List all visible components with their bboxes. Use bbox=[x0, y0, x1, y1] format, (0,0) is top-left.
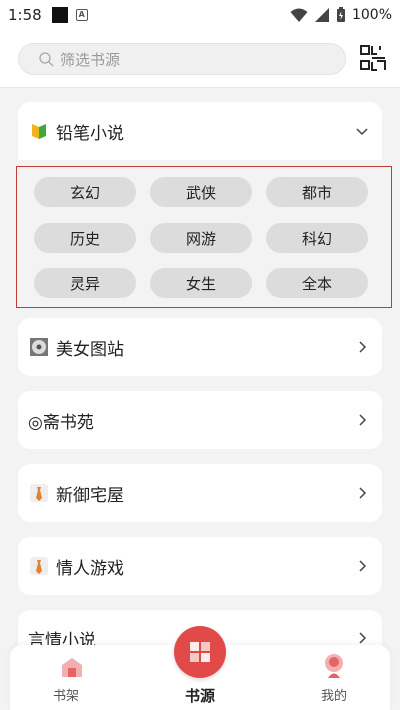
genre-chip[interactable]: 灵异 bbox=[34, 268, 136, 298]
search-icon bbox=[39, 51, 54, 66]
source-name: 铅笔小说 bbox=[56, 123, 124, 144]
notification-a-icon: A bbox=[75, 9, 88, 21]
source-item-pencil-novel[interactable]: 铅笔小说 bbox=[18, 102, 382, 160]
genre-chip[interactable]: 网游 bbox=[150, 223, 252, 253]
genre-chip[interactable]: 历史 bbox=[34, 223, 136, 253]
genre-chip[interactable]: 科幻 bbox=[266, 223, 368, 253]
genre-chip[interactable]: 全本 bbox=[266, 268, 368, 298]
search-input[interactable]: 筛选书源 bbox=[18, 43, 346, 75]
source-name: 新御宅屋 bbox=[56, 485, 124, 506]
genre-chip[interactable]: 武侠 bbox=[150, 177, 252, 207]
status-time: 1:58 bbox=[8, 6, 42, 24]
source-list-rest: 美女图站 ◎斋书苑 新御宅屋 情人游戏 bbox=[18, 318, 382, 610]
scan-code-button[interactable] bbox=[360, 45, 386, 71]
nav-bookshelf-label: 书架 bbox=[52, 689, 79, 704]
bookshelf-icon bbox=[62, 658, 82, 677]
genre-chip[interactable]: 女生 bbox=[150, 268, 252, 298]
battery-percent: 100% bbox=[351, 7, 392, 23]
profile-icon bbox=[325, 654, 343, 678]
chevron-down-icon[interactable] bbox=[356, 125, 368, 137]
status-bar: 1:58 A 100% bbox=[0, 0, 400, 30]
genre-chip[interactable]: 玄幻 bbox=[34, 177, 136, 207]
chevron-right-icon[interactable] bbox=[356, 560, 368, 572]
signal-icon bbox=[314, 8, 329, 22]
nav-mine[interactable]: 我的 bbox=[284, 645, 384, 710]
chevron-right-icon[interactable] bbox=[356, 632, 368, 644]
genre-panel: 玄幻 武侠 都市 历史 网游 科幻 灵异 女生 全本 bbox=[16, 166, 392, 308]
chevron-right-icon[interactable] bbox=[356, 341, 368, 353]
sources-fab-button[interactable] bbox=[174, 626, 226, 678]
grid-icon bbox=[190, 642, 210, 662]
source-name: ◎斋书苑 bbox=[28, 412, 94, 433]
source-name: 美女图站 bbox=[56, 339, 124, 360]
source-item-zhai-books[interactable]: ◎斋书苑 bbox=[18, 391, 382, 449]
source-item-lover-game[interactable]: 情人游戏 bbox=[18, 537, 382, 595]
nav-bookshelf[interactable]: 书架 bbox=[16, 645, 116, 710]
pencil-novel-icon bbox=[32, 124, 46, 139]
source-item-xin-yuzhai[interactable]: 新御宅屋 bbox=[18, 464, 382, 522]
genre-chip[interactable]: 都市 bbox=[266, 177, 368, 207]
source-name: 情人游戏 bbox=[56, 558, 124, 579]
nav-mine-label: 我的 bbox=[320, 689, 347, 704]
battery-icon bbox=[336, 7, 345, 22]
chevron-right-icon[interactable] bbox=[356, 414, 368, 426]
nav-sources-label: 书源 bbox=[184, 687, 215, 705]
source-item-beauty-pics[interactable]: 美女图站 bbox=[18, 318, 382, 376]
source-list: 铅笔小说 bbox=[18, 102, 382, 160]
chevron-right-icon[interactable] bbox=[356, 487, 368, 499]
wifi-icon bbox=[290, 8, 308, 22]
search-placeholder: 筛选书源 bbox=[60, 50, 121, 69]
tie-icon bbox=[30, 484, 48, 502]
tie-icon bbox=[30, 557, 48, 575]
search-header: 筛选书源 bbox=[0, 30, 400, 88]
disc-icon bbox=[30, 338, 48, 356]
notification-square-icon bbox=[51, 7, 68, 23]
